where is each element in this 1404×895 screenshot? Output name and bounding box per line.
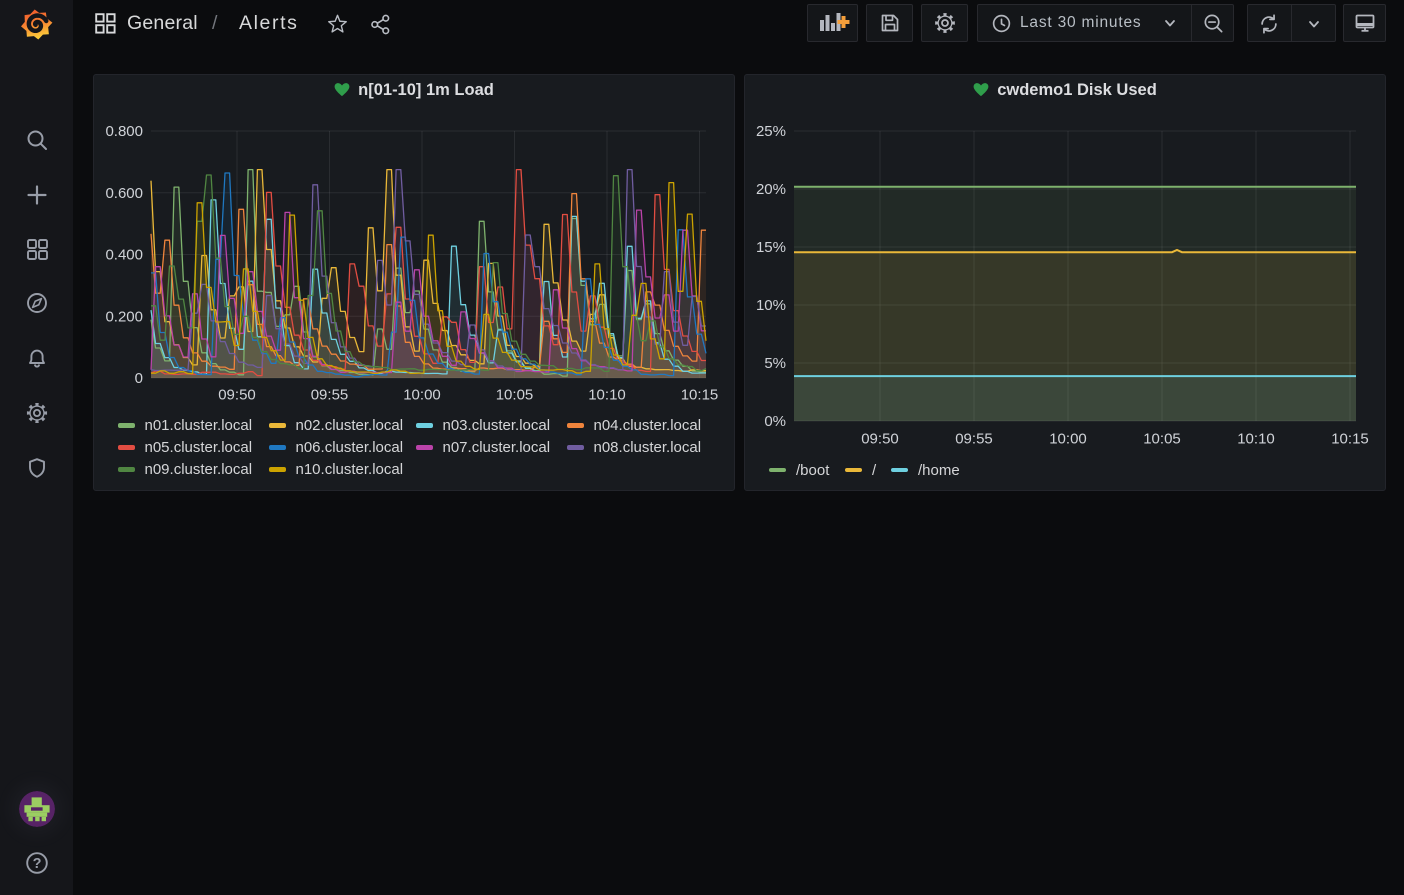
svg-text:10:05: 10:05 [496, 386, 534, 403]
svg-text:25%: 25% [756, 123, 786, 140]
svg-text:09:50: 09:50 [861, 431, 899, 448]
svg-text:10:15: 10:15 [681, 386, 719, 403]
svg-text:0.800: 0.800 [105, 123, 143, 140]
svg-text:10:00: 10:00 [403, 386, 441, 403]
svg-text:10:10: 10:10 [588, 386, 626, 403]
svg-text:10:05: 10:05 [1143, 431, 1181, 448]
svg-text:09:50: 09:50 [218, 386, 256, 403]
svg-text:0: 0 [135, 370, 143, 387]
svg-text:?: ? [33, 856, 42, 872]
svg-text:09:55: 09:55 [955, 431, 993, 448]
svg-text:15%: 15% [756, 239, 786, 256]
svg-text:0.200: 0.200 [105, 308, 143, 325]
svg-text:10%: 10% [756, 297, 786, 314]
svg-text:10:15: 10:15 [1331, 431, 1369, 448]
svg-text:10:00: 10:00 [1049, 431, 1087, 448]
svg-text:10:10: 10:10 [1237, 431, 1275, 448]
svg-text:5%: 5% [764, 355, 786, 372]
svg-text:0%: 0% [764, 413, 786, 430]
svg-text:20%: 20% [756, 181, 786, 198]
svg-text:0.600: 0.600 [105, 185, 143, 202]
svg-text:09:55: 09:55 [311, 386, 349, 403]
svg-text:0.400: 0.400 [105, 247, 143, 264]
